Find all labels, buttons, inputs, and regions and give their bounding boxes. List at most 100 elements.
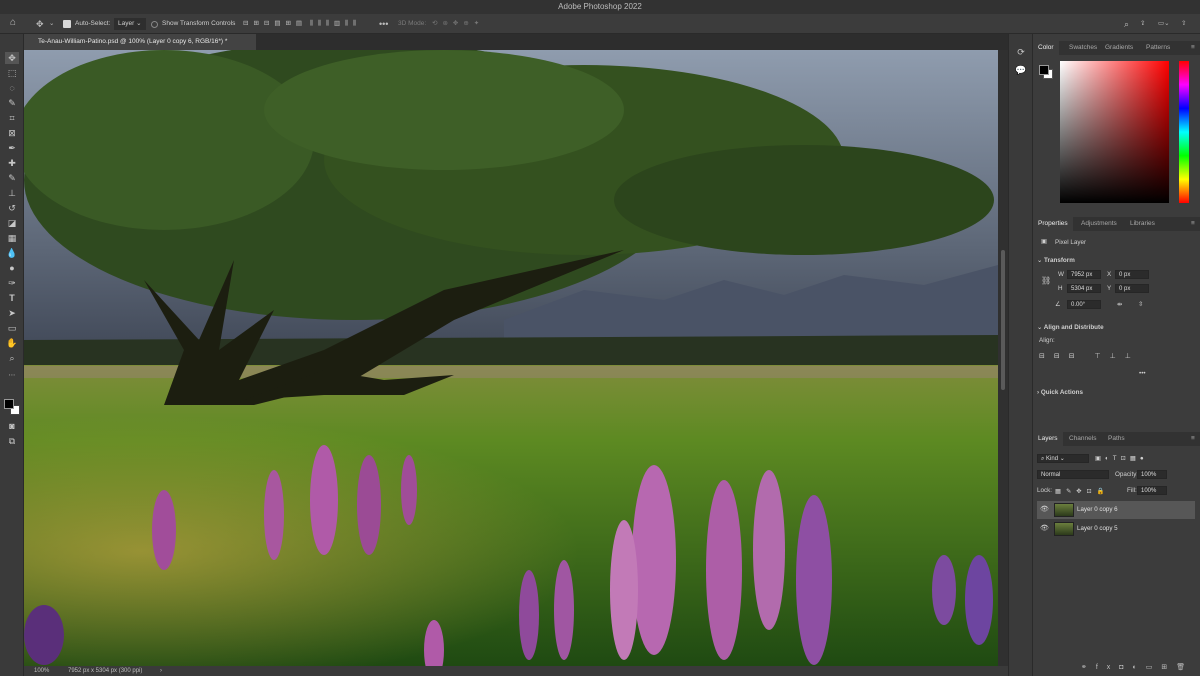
- search-icon[interactable]: ⌕: [1124, 18, 1129, 30]
- type-tool-icon[interactable]: T: [5, 292, 19, 304]
- color-picker-field[interactable]: [1060, 61, 1169, 203]
- eraser-tool-icon[interactable]: ◪: [5, 217, 19, 229]
- history-panel-icon[interactable]: ⟳: [1014, 46, 1028, 58]
- color-panel-tabs: Color Swatches Gradients Patterns ≡: [1033, 41, 1200, 55]
- upload-icon[interactable]: ⇧: [1181, 18, 1186, 30]
- share-icon[interactable]: ⇪: [1140, 18, 1145, 30]
- quick-actions-title: Quick Actions: [1040, 389, 1083, 396]
- history-brush-icon[interactable]: ↺: [5, 202, 19, 214]
- height-field[interactable]: 5304 px: [1067, 284, 1101, 293]
- panel-menu-icon[interactable]: ≡: [1191, 217, 1195, 231]
- blur-tool-icon[interactable]: 💧: [5, 247, 19, 259]
- landscape-photo: [24, 50, 998, 666]
- panel-menu-icon[interactable]: ≡: [1191, 41, 1195, 55]
- angle-icon: ∠: [1055, 301, 1061, 308]
- brush-tool-icon[interactable]: ✎: [5, 172, 19, 184]
- canvas-area[interactable]: [24, 50, 1008, 666]
- fill-field[interactable]: 100%: [1137, 486, 1167, 495]
- hand-tool-icon[interactable]: ✋: [5, 337, 19, 349]
- flip-horizontal-icon[interactable]: ⇹: [1117, 301, 1122, 308]
- layer-type-label: Pixel Layer: [1055, 239, 1087, 246]
- tab-paths[interactable]: Paths: [1108, 432, 1125, 446]
- vertical-scrollbar[interactable]: [998, 50, 1008, 666]
- flip-vertical-icon[interactable]: ⇳: [1138, 301, 1143, 308]
- scroll-thumb[interactable]: [1001, 250, 1005, 390]
- layer-row[interactable]: 👁 Layer 0 copy 5: [1037, 520, 1195, 538]
- chevron-down-icon[interactable]: ⌄: [49, 18, 54, 30]
- lasso-tool-icon[interactable]: ◌: [5, 82, 19, 94]
- more-options-icon[interactable]: •••: [379, 18, 388, 30]
- marquee-tool-icon[interactable]: ⬚: [5, 67, 19, 79]
- tab-properties[interactable]: Properties: [1033, 217, 1073, 231]
- eyedropper-tool-icon[interactable]: ✒: [5, 142, 19, 154]
- transform-section[interactable]: ⌄ Transform: [1037, 257, 1075, 264]
- auto-select-dropdown[interactable]: Layer ⌄: [114, 18, 146, 30]
- collapsed-panels-strip: ⟳ 💬: [1008, 34, 1032, 676]
- dodge-tool-icon[interactable]: ●: [5, 262, 19, 274]
- tab-color[interactable]: Color: [1033, 41, 1059, 55]
- move-tool-icon[interactable]: ✥: [5, 52, 19, 64]
- more-tools-icon[interactable]: ⋯: [5, 370, 19, 382]
- chevron-right-icon[interactable]: ›: [160, 666, 162, 676]
- width-field[interactable]: 7952 px: [1067, 270, 1101, 279]
- eye-icon[interactable]: 👁: [1040, 501, 1049, 519]
- tab-patterns[interactable]: Patterns: [1146, 41, 1170, 55]
- tab-channels[interactable]: Channels: [1069, 432, 1096, 446]
- tab-libraries[interactable]: Libraries: [1130, 217, 1155, 231]
- auto-select-label: Auto-Select:: [75, 20, 111, 27]
- move-tool-icon[interactable]: ✥: [36, 18, 44, 30]
- layer-name[interactable]: Layer 0 copy 6: [1077, 501, 1118, 519]
- foreground-color-swatch[interactable]: [4, 399, 14, 409]
- healing-tool-icon[interactable]: ✚: [5, 157, 19, 169]
- more-options-icon[interactable]: •••: [1139, 370, 1146, 377]
- distribute-icons[interactable]: ⫼⫼⫼▥⫼⫼: [310, 18, 361, 30]
- document-info[interactable]: 7952 px x 5304 px (300 ppi): [68, 666, 142, 676]
- crop-tool-icon[interactable]: ⌗: [5, 112, 19, 124]
- layers-footer-icons[interactable]: ⚭fx◘◐▭⊞🗑: [1033, 660, 1200, 676]
- pen-tool-icon[interactable]: ✑: [5, 277, 19, 289]
- align-icons[interactable]: ⊟⊞⊟▤⊞▤: [243, 18, 307, 30]
- quick-actions-section[interactable]: › Quick Actions: [1037, 389, 1083, 396]
- document-tab[interactable]: Te-Anau-William-Patino.psd @ 100% (Layer…: [24, 34, 256, 50]
- frame-tool-icon[interactable]: ⊠: [5, 127, 19, 139]
- tab-layers[interactable]: Layers: [1033, 432, 1063, 446]
- 3d-mode-icons[interactable]: ⟲⊛✥⊕✦: [432, 18, 484, 30]
- stamp-tool-icon[interactable]: ⊥: [5, 187, 19, 199]
- quick-mask-icon[interactable]: ◙: [5, 420, 19, 432]
- path-select-icon[interactable]: ➤: [5, 307, 19, 319]
- blend-mode-dropdown[interactable]: Normal: [1037, 470, 1109, 479]
- align-section[interactable]: ⌄ Align and Distribute: [1037, 324, 1104, 331]
- show-transform-checkbox[interactable]: [151, 21, 158, 28]
- home-icon[interactable]: ⌂: [10, 17, 16, 29]
- lock-icons[interactable]: ▦✎✥⊡🔒: [1055, 487, 1110, 495]
- quick-select-tool-icon[interactable]: ✎: [5, 97, 19, 109]
- y-field[interactable]: 0 px: [1115, 284, 1149, 293]
- color-fg-swatch[interactable]: [1039, 65, 1049, 75]
- hue-slider[interactable]: [1179, 61, 1189, 203]
- tab-gradients[interactable]: Gradients: [1105, 41, 1133, 55]
- panel-menu-icon[interactable]: ≡: [1191, 432, 1195, 446]
- screen-mode-icon[interactable]: ⧉: [5, 435, 19, 447]
- angle-field[interactable]: 0.00°: [1067, 300, 1101, 309]
- shape-tool-icon[interactable]: ▭: [5, 322, 19, 334]
- tab-adjustments[interactable]: Adjustments: [1081, 217, 1117, 231]
- eye-icon[interactable]: 👁: [1040, 520, 1049, 538]
- link-icon[interactable]: ⛓: [1041, 276, 1051, 285]
- tab-swatches[interactable]: Swatches: [1069, 41, 1097, 55]
- properties-panel-tabs: Properties Adjustments Libraries ≡: [1033, 217, 1200, 231]
- document-image[interactable]: [24, 50, 998, 666]
- workspace-icon[interactable]: ▭⌄: [1158, 18, 1170, 30]
- layer-filter-dropdown[interactable]: ⌕ Kind ⌄: [1037, 454, 1089, 463]
- zoom-tool-icon[interactable]: ⌕: [5, 352, 19, 364]
- comments-panel-icon[interactable]: 💬: [1014, 64, 1028, 76]
- align-buttons[interactable]: ⊟⊟⊟ ⊤⊥⊥: [1039, 352, 1140, 360]
- opacity-field[interactable]: 100%: [1137, 470, 1167, 479]
- x-field[interactable]: 0 px: [1115, 270, 1149, 279]
- layer-name[interactable]: Layer 0 copy 5: [1077, 520, 1118, 538]
- layer-row[interactable]: 👁 Layer 0 copy 6: [1037, 501, 1195, 519]
- zoom-level[interactable]: 100%: [34, 666, 49, 676]
- filter-icons[interactable]: ▣◐T⊡▦●: [1095, 455, 1148, 462]
- blend-mode-value: Normal: [1041, 472, 1061, 478]
- auto-select-checkbox[interactable]: [63, 20, 71, 28]
- gradient-tool-icon[interactable]: ▦: [5, 232, 19, 244]
